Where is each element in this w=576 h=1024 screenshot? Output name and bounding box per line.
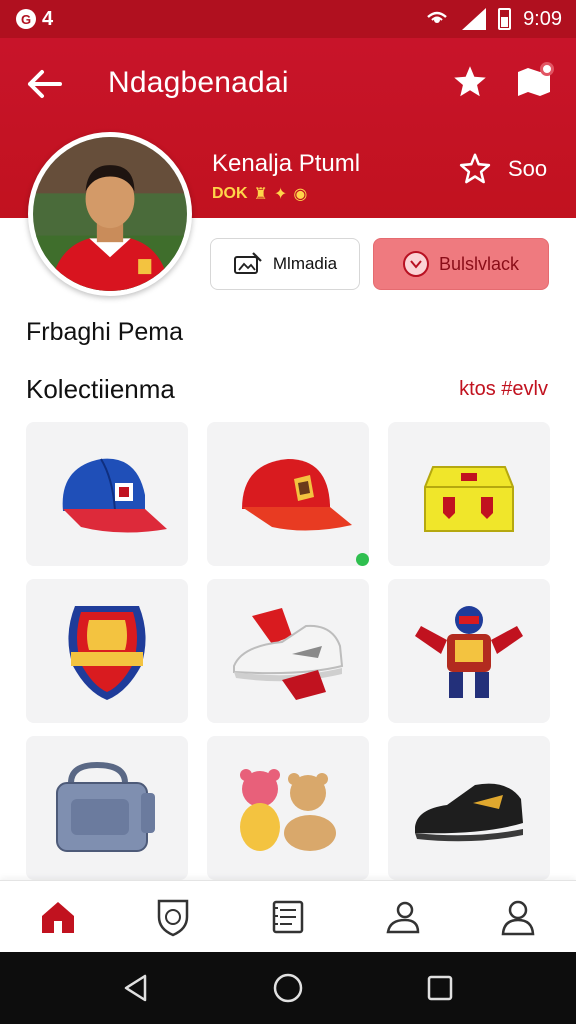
see-all-link[interactable]: ktos #evlv	[459, 378, 548, 401]
favorite-button[interactable]	[450, 62, 490, 102]
football-boot-icon	[415, 783, 523, 842]
notification-count: 4	[42, 7, 54, 30]
collection-item[interactable]	[388, 422, 550, 566]
star-icon	[454, 66, 486, 97]
collection-title: Kolectiienma	[26, 374, 175, 404]
eye-icon: ◉	[293, 186, 308, 203]
badge-icon	[402, 251, 429, 277]
backpack-icon	[56, 761, 155, 852]
star-count-value: Soo	[508, 156, 548, 181]
square-recents-icon	[427, 975, 453, 1001]
profile-icon	[502, 900, 535, 935]
battery-icon	[498, 8, 512, 30]
sneaker-icon	[233, 608, 344, 700]
person-icon	[386, 901, 420, 933]
collection-item[interactable]	[388, 579, 550, 723]
profile-subtitle: DOK ♜ ✦ ◉	[212, 184, 307, 204]
teddy-bears-icon	[240, 769, 336, 851]
section-title: Frbaghi Pema	[26, 318, 184, 346]
home-icon	[41, 901, 74, 933]
circle-home-icon	[273, 973, 303, 1003]
collection-grid	[26, 422, 550, 880]
block-button[interactable]: Bulslvlack	[373, 238, 549, 290]
star-count[interactable]: Soo	[458, 152, 547, 186]
back-button[interactable]	[24, 64, 64, 104]
triangle-back-icon	[124, 974, 147, 1002]
collection-item[interactable]	[26, 422, 188, 566]
star-outline-icon	[459, 153, 491, 184]
system-back-button[interactable]	[111, 963, 161, 1013]
nav-club[interactable]	[143, 887, 203, 947]
media-button[interactable]: Mlmadia	[210, 238, 360, 290]
list-icon	[272, 900, 304, 933]
status-right: 9:09	[424, 8, 562, 31]
shield-icon	[157, 899, 189, 936]
online-status-dot	[356, 553, 369, 566]
robot-figure-icon	[415, 606, 523, 698]
notification-icon: G	[16, 9, 36, 29]
back-arrow-icon	[28, 70, 62, 98]
nav-friends[interactable]	[373, 887, 433, 947]
status-bar: G 4 9:09	[0, 0, 576, 38]
block-button-label: Bulslvlack	[438, 253, 520, 274]
wifi-icon	[427, 11, 447, 23]
system-recents-button[interactable]	[415, 963, 465, 1013]
avatar-photo-icon	[33, 137, 187, 291]
team-crest-icon	[68, 606, 146, 700]
system-navigation-bar	[0, 952, 576, 1024]
bottom-nav	[0, 880, 576, 952]
system-home-button[interactable]	[263, 963, 313, 1013]
red-cap-icon	[242, 459, 352, 531]
nav-profile[interactable]	[488, 887, 548, 947]
nav-home[interactable]	[28, 887, 88, 947]
trophy-icon: ♜	[253, 186, 268, 203]
map-badge	[540, 62, 554, 76]
profile-subtitle-text: DOK	[212, 185, 248, 202]
sparkle-icon: ✦	[273, 186, 288, 203]
collection-item[interactable]	[207, 736, 369, 880]
map-button[interactable]	[512, 62, 556, 102]
collection-item[interactable]	[207, 422, 369, 566]
status-left: G 4	[16, 8, 53, 31]
blue-cap-icon	[62, 458, 167, 533]
signal-icon	[462, 8, 487, 30]
yellow-box-icon	[424, 466, 514, 532]
edit-photo-icon	[233, 252, 262, 274]
collection-item[interactable]	[26, 579, 188, 723]
status-time: 9:09	[523, 7, 562, 30]
page-title: Ndagbenadai	[108, 66, 289, 99]
avatar[interactable]	[28, 132, 192, 296]
collection-item[interactable]	[26, 736, 188, 880]
profile-name: Kenalja Ptuml	[212, 150, 361, 177]
collection-item[interactable]	[207, 579, 369, 723]
collection-item[interactable]	[388, 736, 550, 880]
nav-list[interactable]	[258, 887, 318, 947]
media-button-label: Mlmadia	[272, 254, 338, 273]
